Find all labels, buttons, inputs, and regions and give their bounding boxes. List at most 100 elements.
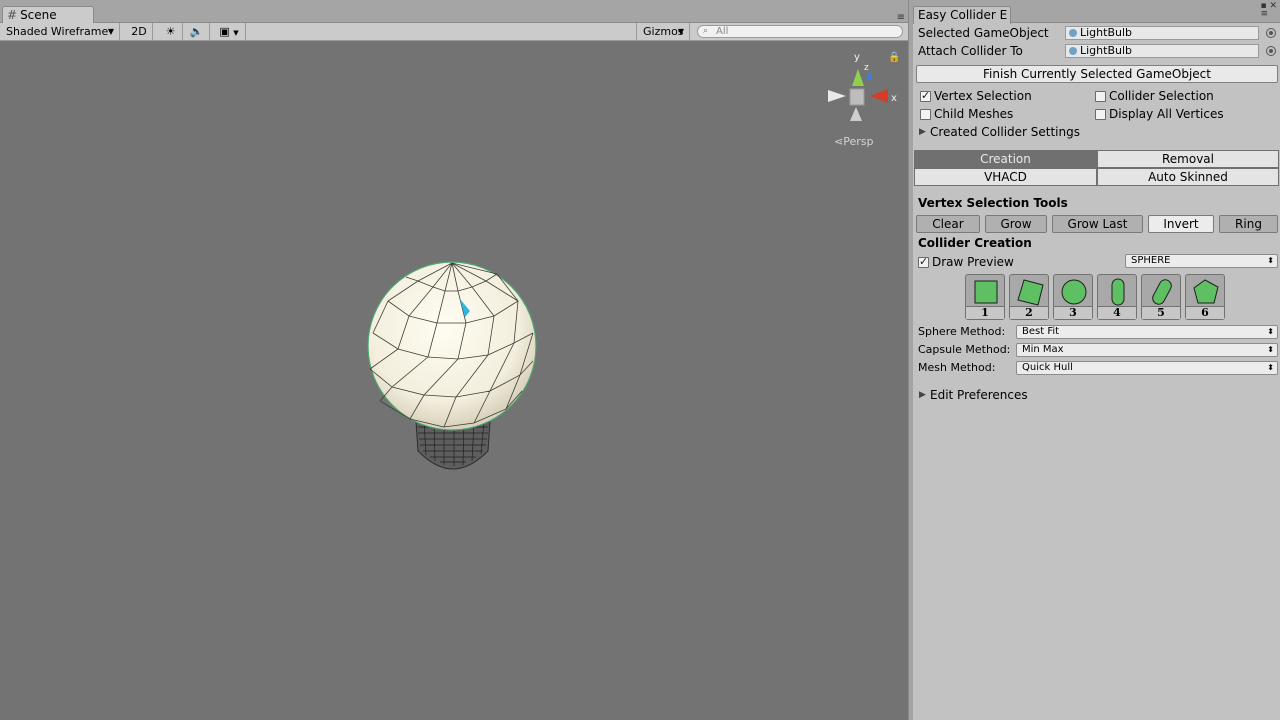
invert-button[interactable]: Invert (1148, 215, 1214, 233)
vertex-selection-tools-title: Vertex Selection Tools (918, 196, 1068, 210)
dropdown-arrow-icon: ▼ (677, 27, 684, 36)
preview-type-dropdown[interactable]: SPHERE ⬍ (1125, 254, 1278, 268)
search-placeholder: All (716, 26, 729, 37)
rotated-box-collider-icon (1017, 279, 1044, 306)
checkbox-icon (1095, 91, 1106, 102)
box-collider-icon (974, 280, 998, 304)
checkbox-icon (1095, 109, 1106, 120)
scene-search-input[interactable]: ⌕ All (697, 25, 903, 38)
mesh-method-value: Quick Hull (1022, 362, 1073, 373)
axis-x-label: x (891, 93, 897, 104)
sphere-method-value: Best Fit (1022, 326, 1060, 337)
attach-collider-field[interactable]: LightBulb (1065, 44, 1259, 58)
shape-button-number: 6 (1186, 306, 1224, 319)
attach-collider-label: Attach Collider To (918, 44, 1023, 58)
collider-creation-title: Collider Creation (918, 236, 1032, 250)
selected-gameobject-field[interactable]: LightBulb (1065, 26, 1259, 40)
vertex-selection-checkbox[interactable]: Vertex Selection (918, 89, 1032, 103)
scene-panel: # Scene ≡ Shaded Wireframe ▼ 2D ☀ 🔈 ▣ ▼ Gi… (0, 0, 908, 720)
box-collider-button[interactable]: 1 (965, 274, 1005, 320)
scene-render: y z x (367, 52, 897, 470)
rotated-capsule-collider-icon (1152, 279, 1172, 305)
tab-auto-skinned[interactable]: Auto Skinned (1097, 168, 1279, 186)
capsule-method-label: Capsule Method: (918, 343, 1011, 356)
gameobject-icon (1069, 29, 1077, 37)
sphere-method-label: Sphere Method: (918, 325, 1006, 338)
2d-toggle-button[interactable]: 2D (126, 23, 153, 40)
display-all-vertices-checkbox[interactable]: Display All Vertices (1093, 107, 1224, 121)
child-meshes-label: Child Meshes (934, 107, 1014, 121)
finish-selected-button[interactable]: Finish Currently Selected GameObject (916, 65, 1278, 83)
attach-collider-value: LightBulb (1080, 44, 1133, 57)
rotated-box-collider-button[interactable]: 2 (1009, 274, 1049, 320)
edit-preferences-foldout[interactable]: ▶ Edit Preferences (918, 388, 1028, 402)
capsule-method-dropdown[interactable]: Min Max ⬍ (1016, 343, 1278, 357)
object-picker-icon[interactable] (1266, 28, 1276, 38)
tab-easy-collider[interactable]: Easy Collider E (913, 6, 1011, 24)
shape-button-number: 1 (966, 306, 1004, 319)
scene-orientation-gizmo[interactable]: y z x (828, 52, 897, 121)
projection-label[interactable]: ⋖Persp (834, 135, 873, 148)
capsule-collider-icon (1111, 278, 1125, 306)
easy-collider-panel: Easy Collider E ▪ ✕ ≡ Selected GameObject… (913, 0, 1280, 720)
mesh-method-label: Mesh Method: (918, 361, 996, 374)
preview-type-value: SPHERE (1131, 255, 1171, 266)
foldout-arrow-icon: ▶ (919, 390, 926, 400)
panel-menu-icon[interactable]: ≡ (1260, 9, 1268, 19)
draw-preview-checkbox[interactable]: Draw Preview (916, 255, 1014, 269)
gameobject-icon (1069, 47, 1077, 55)
lightbulb-glass (367, 261, 537, 431)
sphere-method-dropdown[interactable]: Best Fit ⬍ (1016, 325, 1278, 339)
dropdown-arrow-icon: ▼ (107, 27, 114, 36)
selected-gameobject-value: LightBulb (1080, 26, 1133, 39)
clear-button[interactable]: Clear (916, 215, 980, 233)
scene-viewport[interactable]: y z x 🔒 ⋖Persp (0, 41, 908, 720)
vertex-selection-label: Vertex Selection (934, 89, 1032, 103)
lock-icon[interactable]: 🔒 (888, 52, 900, 63)
child-meshes-checkbox[interactable]: Child Meshes (918, 107, 1013, 121)
convex-mesh-collider-button[interactable]: 6 (1185, 274, 1225, 320)
close-icon[interactable]: ✕ (1269, 1, 1277, 11)
dropdown-arrows-icon: ⬍ (1267, 363, 1274, 372)
tab-removal[interactable]: Removal (1097, 150, 1279, 168)
tab-creation[interactable]: Creation (914, 150, 1097, 168)
collider-selection-label: Collider Selection (1109, 89, 1214, 103)
effects-dropdown-icon[interactable]: ▣ ▼ (213, 23, 246, 40)
gizmos-dropdown[interactable]: Gizmos ▼ (636, 23, 690, 40)
checkbox-checked-icon (920, 89, 931, 103)
rotated-capsule-collider-button[interactable]: 5 (1141, 274, 1181, 320)
window-buttons: ▪ ✕ ≡ (1260, 1, 1277, 19)
capsule-collider-button[interactable]: 4 (1097, 274, 1137, 320)
shape-button-number: 2 (1010, 306, 1048, 319)
dropdown-arrows-icon: ⬍ (1267, 327, 1274, 336)
scene-tab-label: Scene (20, 8, 57, 22)
selected-gameobject-label: Selected GameObject (918, 26, 1049, 40)
sphere-collider-icon (1061, 279, 1087, 305)
mesh-method-dropdown[interactable]: Quick Hull ⬍ (1016, 361, 1278, 375)
axis-y-label: y (854, 52, 860, 63)
draw-mode-dropdown[interactable]: Shaded Wireframe ▼ (0, 23, 120, 40)
panel-menu-icon[interactable]: ≡ (897, 12, 905, 23)
collider-selection-checkbox[interactable]: Collider Selection (1093, 89, 1214, 103)
shape-button-number: 5 (1142, 306, 1180, 319)
tab-vhacd[interactable]: VHACD (914, 168, 1097, 186)
ring-button[interactable]: Ring (1219, 215, 1278, 233)
lighting-toggle-icon[interactable]: ☀ (159, 23, 183, 40)
created-collider-settings-foldout[interactable]: ▶ Created Collider Settings (918, 125, 1080, 139)
grow-button[interactable]: Grow (985, 215, 1047, 233)
shape-button-number: 4 (1098, 306, 1136, 319)
projection-text: Persp (843, 135, 874, 148)
object-picker-icon[interactable] (1266, 46, 1276, 56)
draw-preview-label: Draw Preview (932, 255, 1014, 269)
axis-z-label: z (864, 63, 869, 73)
inspector-tab-strip: Easy Collider E ▪ ✕ ≡ (913, 0, 1280, 24)
audio-toggle-icon[interactable]: 🔈 (184, 23, 210, 40)
dropdown-arrows-icon: ⬍ (1267, 256, 1274, 265)
dropdown-arrows-icon: ⬍ (1267, 345, 1274, 354)
grow-last-button[interactable]: Grow Last (1052, 215, 1143, 233)
tab-scene[interactable]: # Scene (2, 6, 94, 24)
perspective-icon: ⋖ (834, 135, 844, 148)
sphere-collider-button[interactable]: 3 (1053, 274, 1093, 320)
checkbox-checked-icon (918, 255, 929, 269)
edit-preferences-label: Edit Preferences (930, 388, 1028, 402)
